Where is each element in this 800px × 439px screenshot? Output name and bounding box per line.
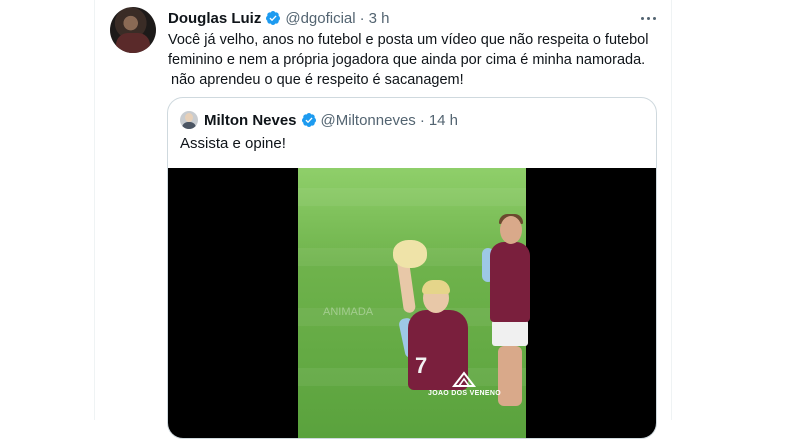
video-player[interactable]: 7 ANIMADA JOAO DOS VENENO [168,168,656,438]
tweet-timestamp[interactable]: 3 h [369,10,390,27]
meta-separator: · [419,111,425,129]
quoted-tweet-text: Assista e opine! [180,135,286,152]
tweet-text-line: feminino e nem a própria jogadora que ai… [168,52,646,68]
verified-badge-icon [301,113,316,127]
tweet-text-line: não aprendeu o que é respeito é sacanage… [171,72,464,88]
quoted-tweet-header: Milton Neves @Miltonneves · 14 h [204,110,458,130]
author-name[interactable]: Douglas Luiz [168,10,261,27]
quoted-author-handle: @Miltonneves [320,111,416,129]
verified-badge-icon [266,11,281,25]
meta-separator: · [359,9,365,27]
tweet-header: Douglas Luiz @dgoficial · 3 h [168,8,389,28]
tweet-text: Você já velho, anos no futebol e posta u… [168,30,663,90]
timeline-right-border [671,0,672,420]
author-handle[interactable]: @dgoficial [285,10,355,27]
author-avatar[interactable] [110,7,156,53]
quoted-author-name: Milton Neves [204,111,297,129]
more-horizontal-icon[interactable] [638,8,658,28]
quoted-tweet-timestamp: 14 h [428,111,459,129]
video-logo-text: JOAO DOS VENENO [428,390,501,397]
timeline-left-border [94,0,95,420]
video-watermark: ANIMADA [323,306,374,318]
player-figure [490,242,530,322]
tweet-text-line: Você já velho, anos no futebol e posta u… [168,32,649,48]
quoted-author-avatar [180,111,198,129]
quoted-tweet-card[interactable]: Milton Neves @Miltonneves · 14 h Assista… [167,97,657,439]
snake-logo-icon [451,371,477,387]
